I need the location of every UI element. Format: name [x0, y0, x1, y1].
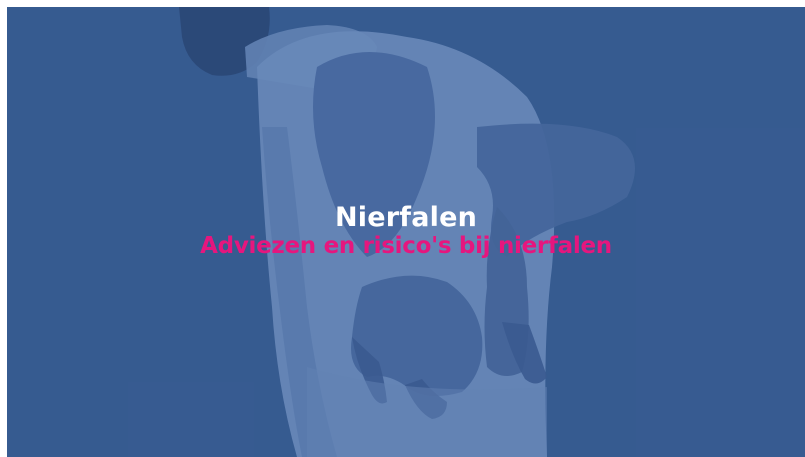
- hero-subtitle: Adviezen en risico's bij nierfalen: [200, 233, 612, 259]
- hero-title: Nierfalen: [334, 202, 478, 233]
- hero-text-block: Nierfalen Adviezen en risico's bij nierf…: [7, 202, 805, 260]
- hero-banner: Nierfalen Adviezen en risico's bij nierf…: [7, 7, 805, 457]
